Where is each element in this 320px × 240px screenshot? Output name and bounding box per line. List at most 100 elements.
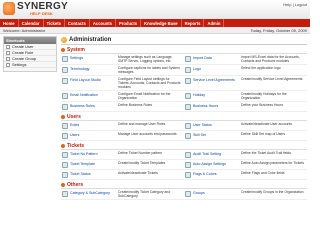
- admin-link[interactable]: Holiday: [193, 92, 241, 97]
- flags-colors-icon[interactable]: [185, 172, 191, 178]
- admin-item-service-level-agreements: Service Level Agreements Create/modify Se…: [184, 76, 307, 90]
- shortcut-label: Create Group: [12, 56, 37, 61]
- admin-link[interactable]: Users: [70, 132, 118, 137]
- nav-tab-tickets[interactable]: Tickets: [44, 19, 65, 27]
- nav-tab-reports[interactable]: Reports: [182, 19, 205, 27]
- holiday-icon[interactable]: [185, 93, 191, 99]
- admin-link[interactable]: Business Hours: [193, 103, 241, 108]
- shortcut-label: Settings: [12, 62, 27, 67]
- section-bullet-icon: [61, 183, 65, 187]
- admin-link[interactable]: Import Data: [193, 55, 241, 60]
- admin-row: Terminology Configure captions for labels…: [61, 65, 307, 76]
- ticket-template-icon[interactable]: [62, 162, 68, 168]
- admin-row: Roles Define and manage User Roles User St…: [61, 121, 307, 131]
- nav-tab-admin[interactable]: Admin: [204, 19, 225, 27]
- admin-link[interactable]: Ticket Template: [70, 161, 118, 166]
- admin-description: Configure captions for labels and System…: [118, 66, 180, 74]
- admin-description: Manage User accounts and passwords: [118, 132, 177, 136]
- nav-tab-products[interactable]: Products: [116, 19, 142, 27]
- admin-item-settings: Settings Manage settings such as Language…: [61, 54, 184, 64]
- welcome-text: Welcome: Administrator: [3, 28, 46, 33]
- admin-item-auto-assign-settings: Auto Assign Settings Define Auto Assign p…: [184, 160, 307, 169]
- admin-description: Define Skill Set map of Users: [241, 132, 286, 136]
- admin-link[interactable]: Roles: [70, 122, 118, 127]
- audit-trail-setting-icon[interactable]: [185, 152, 191, 158]
- section-users: Users Roles Define and manage User Roles Us…: [61, 114, 307, 141]
- nav-tab-accounts[interactable]: Accounts: [90, 19, 116, 27]
- shortcut-icon: [6, 62, 10, 67]
- admin-description: Create/modify Groups in the Organization: [241, 190, 304, 194]
- section-title: Users: [67, 114, 81, 120]
- admin-row: Ticket No Pattern Define Ticket Number pa…: [61, 150, 307, 160]
- admin-link[interactable]: Business Rules: [70, 103, 118, 108]
- admin-link[interactable]: Groups: [193, 190, 241, 195]
- skill-set-icon[interactable]: [185, 133, 191, 139]
- admin-description: Define and manage User Roles: [118, 122, 166, 126]
- settings-icon[interactable]: [62, 56, 68, 62]
- roles-icon[interactable]: [62, 123, 68, 129]
- admin-item-business-rules: Business Rules Define Business Rules: [61, 102, 184, 111]
- section-system: System Settings Manage settings such as La…: [61, 47, 307, 112]
- admin-row: Ticket Status Activate/deactivate Tickets…: [61, 170, 307, 180]
- nav-tab-knowledge-base[interactable]: Knowledge Base: [141, 19, 182, 27]
- business-hours-icon[interactable]: [185, 104, 191, 110]
- section-bullet-icon: [61, 144, 65, 148]
- section-title: Others: [67, 182, 84, 188]
- terminology-icon[interactable]: [62, 67, 68, 73]
- page-title-text: Administration: [69, 37, 112, 43]
- category-subcategory-icon[interactable]: [62, 191, 68, 197]
- admin-link[interactable]: Ticket No Pattern: [70, 151, 118, 156]
- page-title: Administration: [61, 36, 307, 45]
- nav-tab-contacts[interactable]: Contacts: [65, 19, 90, 27]
- admin-description: Define Flags and Color fields: [241, 171, 285, 175]
- admin-link[interactable]: Email Notification: [70, 92, 118, 97]
- field-layout-studio-icon[interactable]: [62, 78, 68, 84]
- shortcuts-title: Shortcuts: [4, 37, 56, 44]
- admin-description: Configure Email Notification for the Org…: [118, 92, 171, 100]
- section-bullet-icon: [61, 115, 65, 119]
- admin-link[interactable]: Field Layout Studio: [70, 77, 118, 82]
- date-text: Today, Friday, October 09, 2009: [250, 28, 307, 33]
- section-others: Others Category & SubCategory Create/modif…: [61, 182, 307, 200]
- admin-link[interactable]: Service Level Agreements: [193, 77, 241, 82]
- admin-link[interactable]: Settings: [70, 55, 118, 60]
- email-notification-icon[interactable]: [62, 93, 68, 99]
- nav-tab-home[interactable]: Home: [0, 19, 19, 27]
- main-navigation: Home Calendar Tickets Contacts Accounts Produ…: [0, 19, 310, 27]
- logo-icon[interactable]: [185, 67, 191, 73]
- header-links[interactable]: Help | Logout: [283, 2, 307, 7]
- business-rules-icon[interactable]: [62, 104, 68, 110]
- admin-description: Select the application logo: [241, 66, 281, 70]
- admin-link[interactable]: Category & SubCategory: [70, 190, 118, 195]
- shortcut-icon: [6, 56, 10, 61]
- admin-link[interactable]: Ticket Status: [70, 171, 118, 176]
- nav-tab-calendar[interactable]: Calendar: [19, 19, 44, 27]
- user-status-icon[interactable]: [185, 123, 191, 129]
- admin-item-audit-trail-setting: Audit Trail Setting Define the Ticket Aud…: [184, 150, 307, 159]
- shortcut-settings[interactable]: Settings: [4, 62, 56, 68]
- auto-assign-settings-icon[interactable]: [185, 162, 191, 168]
- admin-description: Define the Ticket Audit Trail fields: [241, 151, 291, 155]
- admin-description: Configure Field Layout settings for Tick…: [118, 77, 181, 89]
- admin-item-logo: Logo Select the application logo: [184, 65, 307, 75]
- import-data-icon[interactable]: [185, 56, 191, 62]
- admin-link[interactable]: Terminology: [70, 66, 118, 71]
- admin-link[interactable]: Logo: [193, 66, 241, 71]
- admin-item-ticket-template: Ticket Template Create/modify Ticket Temp…: [61, 160, 184, 169]
- admin-link[interactable]: User Status: [193, 122, 241, 127]
- ticket-no-pattern-icon[interactable]: [62, 152, 68, 158]
- admin-item-field-layout-studio: Field Layout Studio Configure Field Layou…: [61, 76, 184, 90]
- service-level-agreements-icon[interactable]: [185, 78, 191, 84]
- status-bar: Welcome: Administrator Today, Friday, Oc…: [0, 27, 310, 34]
- admin-row: Settings Manage settings such as Language…: [61, 54, 307, 65]
- users-icon[interactable]: [62, 133, 68, 139]
- section-title: System: [67, 47, 85, 53]
- admin-link[interactable]: Flags & Colors: [193, 171, 241, 176]
- groups-icon[interactable]: [185, 191, 191, 197]
- admin-link[interactable]: Audit Trail Setting: [193, 151, 241, 156]
- ticket-status-icon[interactable]: [62, 172, 68, 178]
- admin-link[interactable]: Skill Set: [193, 132, 241, 137]
- admin-link[interactable]: Auto Assign Settings: [193, 161, 241, 166]
- synergy-logo-icon: [3, 2, 15, 15]
- admin-row: Users Manage User accounts and passwords S…: [61, 131, 307, 141]
